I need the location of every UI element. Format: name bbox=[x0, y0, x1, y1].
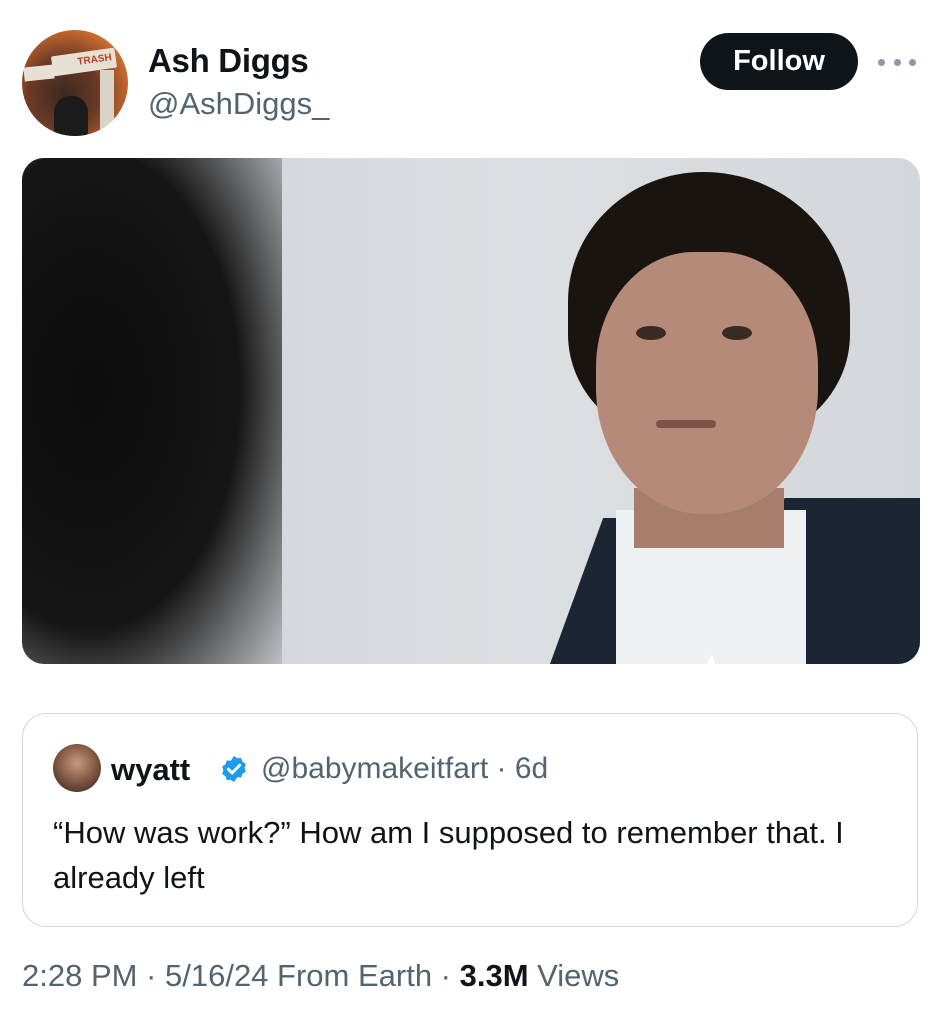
views-label: Views bbox=[528, 958, 620, 993]
tweet-meta: 2:28 PM · 5/16/24 From Earth · 3.3M View… bbox=[22, 958, 619, 994]
tweet-media-image[interactable] bbox=[22, 158, 920, 664]
dot bbox=[909, 58, 916, 66]
verified-badge-icon bbox=[222, 755, 246, 783]
avatar-background-post bbox=[100, 70, 114, 136]
more-horizontal-icon[interactable] bbox=[878, 56, 916, 68]
quoted-author-avatar[interactable] bbox=[53, 744, 101, 792]
follow-button[interactable]: Follow bbox=[700, 33, 858, 90]
author-avatar[interactable]: TRASH bbox=[22, 30, 128, 136]
right-eye bbox=[722, 326, 752, 340]
tweet-time-date[interactable]: 2:28 PM · 5/16/24 From Earth · bbox=[22, 958, 460, 993]
author-display-name[interactable]: Ash Diggs bbox=[148, 42, 309, 80]
dot bbox=[893, 58, 901, 66]
face bbox=[596, 252, 818, 514]
quoted-handle-and-time[interactable]: @babymakeitfart · 6d bbox=[261, 752, 548, 786]
avatar-sign-decoration bbox=[23, 64, 55, 82]
quoted-tweet-card[interactable]: wyatt @babymakeitfart · 6d “How was work… bbox=[22, 713, 918, 927]
views-count: 3.3M bbox=[459, 958, 529, 993]
avatar-person bbox=[54, 96, 88, 136]
quoted-author-name[interactable]: wyatt bbox=[111, 752, 190, 788]
mouth bbox=[656, 420, 716, 428]
author-handle[interactable]: @AshDiggs_ bbox=[148, 86, 329, 122]
quoted-tweet-text: “How was work?” How am I supposed to rem… bbox=[53, 815, 844, 895]
left-eye bbox=[636, 326, 666, 340]
dot bbox=[878, 58, 885, 66]
blurred-foreground-figure bbox=[22, 158, 282, 664]
